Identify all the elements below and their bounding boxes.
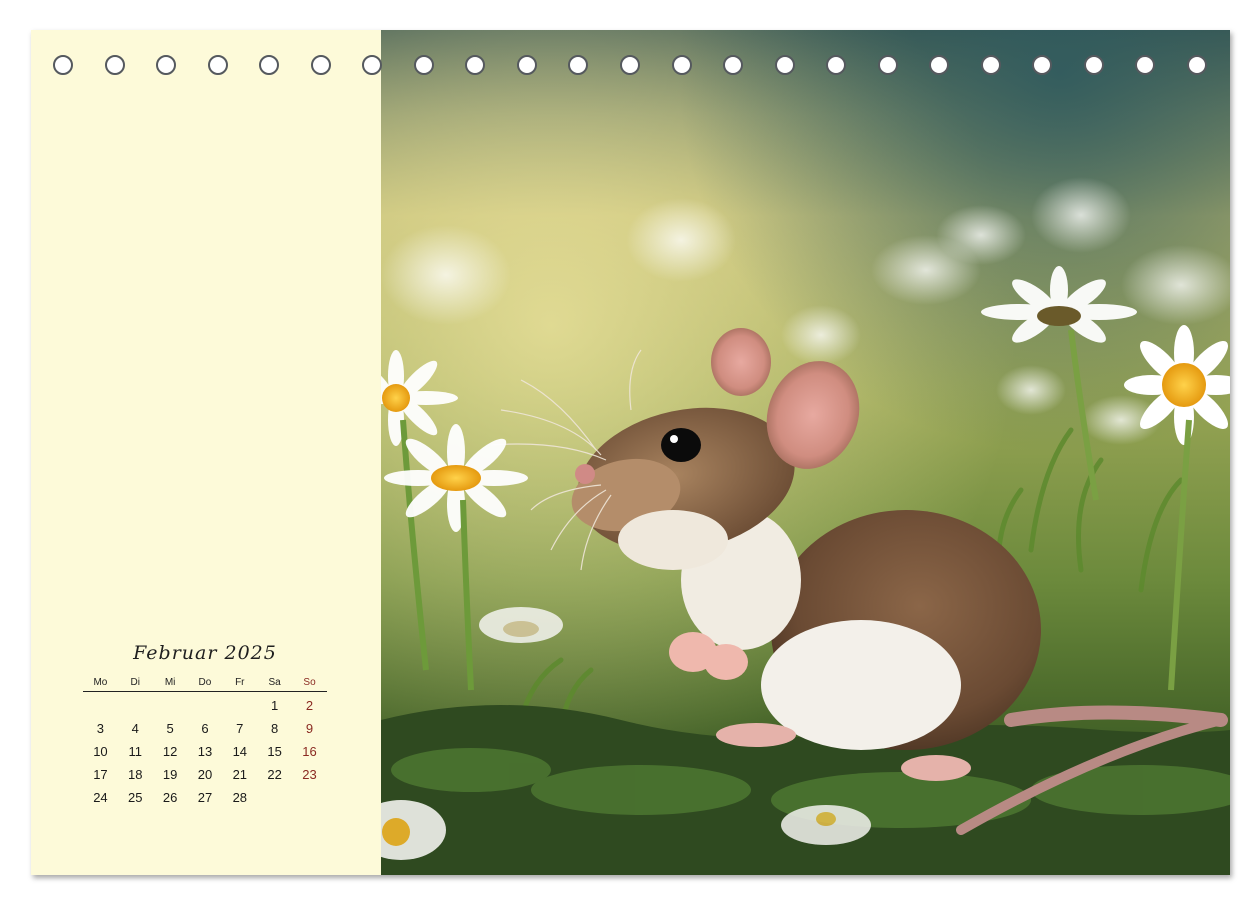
weekday-label: Mo bbox=[83, 677, 118, 692]
day-cell: 26 bbox=[162, 790, 178, 805]
weekday-label: Fr bbox=[222, 677, 258, 692]
day-cell bbox=[83, 692, 118, 718]
day-cell bbox=[118, 692, 153, 718]
day-cell: 18 bbox=[128, 767, 143, 782]
day-cell: 11 bbox=[128, 744, 143, 759]
week-row: 3 4 5 6 7 8 9 bbox=[83, 717, 327, 740]
day-cell: 15 bbox=[267, 744, 282, 759]
day-cell bbox=[222, 692, 257, 718]
mouse-in-daisy-meadow-photo bbox=[381, 30, 1230, 875]
day-cell: 28 bbox=[232, 790, 248, 805]
day-cell: 25 bbox=[128, 790, 143, 805]
day-cell: 6 bbox=[201, 721, 209, 736]
week-row: 17 18 19 20 21 22 23 bbox=[83, 763, 327, 786]
day-cell bbox=[188, 692, 223, 718]
day-cell: 8 bbox=[271, 721, 279, 736]
day-cell: 5 bbox=[166, 721, 174, 736]
day-cell: 20 bbox=[197, 767, 213, 782]
weekday-header-row: Mo Di Mi Do Fr Sa So bbox=[83, 677, 327, 692]
calendar-page: Februar 2025 Mo Di Mi Do Fr Sa So 1 2 3 … bbox=[31, 30, 1230, 875]
day-cell: 14 bbox=[232, 744, 248, 759]
day-cell: 17 bbox=[93, 767, 108, 782]
day-cell: 12 bbox=[162, 744, 178, 759]
weekday-label: Mi bbox=[152, 677, 188, 692]
month-title: Februar 2025 bbox=[133, 642, 277, 664]
weekday-label: Sa bbox=[257, 677, 293, 692]
week-row: 10 11 12 13 14 15 16 bbox=[83, 740, 327, 763]
day-cell: 10 bbox=[93, 744, 108, 759]
day-cell-sunday: 23 bbox=[302, 767, 317, 782]
calendar-grid: Mo Di Mi Do Fr Sa So 1 2 3 4 5 6 7 8 9 1… bbox=[83, 677, 327, 809]
day-cell: 24 bbox=[93, 790, 108, 805]
day-cell bbox=[153, 692, 188, 718]
day-cell: 13 bbox=[197, 744, 213, 759]
calendar-side-panel: Februar 2025 Mo Di Mi Do Fr Sa So 1 2 3 … bbox=[31, 30, 381, 875]
weekday-label: Do bbox=[187, 677, 223, 692]
day-cell: 3 bbox=[96, 721, 105, 736]
month-calendar: Februar 2025 Mo Di Mi Do Fr Sa So 1 2 3 … bbox=[83, 642, 327, 809]
day-cell: 1 bbox=[271, 698, 279, 713]
weekday-label-sunday: So bbox=[292, 677, 327, 692]
day-cell: 22 bbox=[267, 767, 282, 782]
day-cell: 19 bbox=[162, 767, 178, 782]
day-cell-sunday: 2 bbox=[305, 698, 314, 713]
day-cell-sunday bbox=[292, 786, 327, 809]
day-cell: 27 bbox=[197, 790, 213, 805]
day-cell-sunday: 16 bbox=[302, 744, 317, 759]
week-row: 1 2 bbox=[83, 692, 327, 718]
week-row: 24 25 26 27 28 bbox=[83, 786, 327, 809]
day-cell: 21 bbox=[232, 767, 248, 782]
day-cell: 7 bbox=[236, 721, 244, 736]
weekday-label: Di bbox=[117, 677, 153, 692]
day-cell bbox=[257, 786, 292, 809]
day-cell-sunday: 9 bbox=[305, 721, 314, 736]
day-cell: 4 bbox=[131, 721, 139, 736]
